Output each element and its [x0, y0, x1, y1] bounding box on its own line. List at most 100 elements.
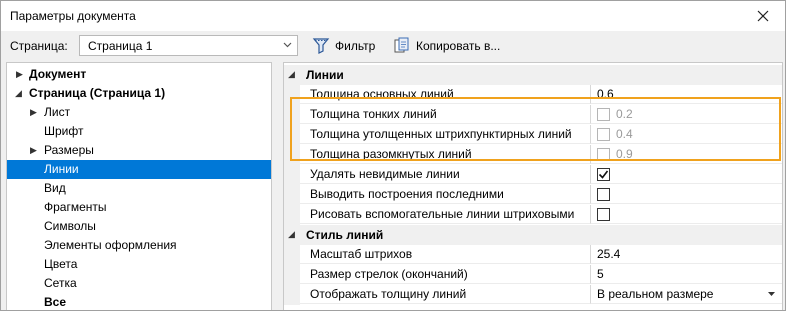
close-button[interactable] [741, 1, 785, 31]
page-label: Страница: [10, 39, 68, 53]
copy-to-button[interactable]: Копировать в... [393, 36, 500, 56]
category-label: Стиль линий [306, 228, 384, 242]
category-lines[interactable]: ◢ Линии [284, 65, 782, 85]
property-value-cell: 0.2 [591, 105, 782, 124]
checkbox[interactable] [597, 148, 610, 161]
tree-item-label: Цвета [44, 257, 78, 271]
property-row[interactable]: Отображать толщину линий В реальном разм… [284, 285, 782, 305]
collapse-arrow-icon[interactable]: ◢ [288, 69, 295, 80]
property-name: Толщина утолщенных штрихпунктирных линий [300, 125, 591, 144]
checkbox[interactable] [597, 108, 610, 121]
checkbox-checked[interactable] [597, 168, 610, 181]
property-value-cell [591, 165, 782, 184]
tree-item-decoration[interactable]: Элементы оформления [7, 236, 271, 255]
property-name: Масштаб штрихов [300, 245, 591, 264]
property-row[interactable]: Масштаб штрихов 25.4 [284, 245, 782, 265]
tree-item-label: Фрагменты [44, 200, 107, 214]
dropdown-value: В реальном размере [597, 287, 714, 301]
expand-arrow-icon[interactable]: ▶ [30, 103, 37, 122]
property-row[interactable]: Толщина утолщенных штрихпунктирных линий… [284, 125, 782, 145]
window-title: Параметры документа [10, 9, 136, 23]
property-value-input[interactable]: 0.6 [591, 85, 782, 104]
tree-item-label: Документ [29, 67, 87, 81]
row-gutter [284, 245, 300, 265]
property-name: Рисовать вспомогательные линии штриховым… [300, 205, 591, 224]
category-tree[interactable]: ▶ Документ ◢ Страница (Страница 1) ▶ Лис… [6, 62, 272, 310]
property-name: Толщина разомкнутых линий [300, 145, 591, 164]
property-value: 0.9 [616, 147, 633, 161]
toolbar: Страница: Страница 1 Фильтр Копировать в… [1, 31, 785, 61]
tree-item-label: Сетка [44, 276, 77, 290]
property-name: Удалять невидимые линии [300, 165, 591, 184]
filter-button[interactable]: Фильтр [312, 36, 375, 56]
title-bar: Параметры документа [1, 1, 785, 31]
property-row[interactable]: Толщина основных линий 0.6 [284, 85, 782, 105]
checkbox[interactable] [597, 188, 610, 201]
property-row[interactable]: Выводить построения последними [284, 185, 782, 205]
tree-item-label: Символы [44, 219, 96, 233]
property-value: 0.2 [616, 107, 633, 121]
property-name: Выводить построения последними [300, 185, 591, 204]
copy-to-label: Копировать в... [416, 39, 501, 53]
tree-item-label: Вид [44, 181, 66, 195]
category-line-style[interactable]: ◢ Стиль линий [284, 225, 782, 245]
row-gutter [284, 85, 300, 105]
expand-arrow-icon[interactable]: ▶ [16, 65, 23, 84]
tree-item-dimensions[interactable]: ▶ Размеры [7, 141, 271, 160]
property-name: Отображать толщину линий [300, 285, 591, 304]
row-gutter [284, 265, 300, 285]
tree-item-label: Все [44, 295, 67, 309]
page-select[interactable]: Страница 1 [79, 35, 298, 56]
tree-item-view[interactable]: Вид [7, 179, 271, 198]
checkmark-icon [598, 170, 609, 179]
property-row[interactable]: Рисовать вспомогательные линии штриховым… [284, 205, 782, 225]
tree-item-grid[interactable]: Сетка [7, 274, 271, 293]
property-value-input[interactable]: 5 [591, 265, 782, 284]
dropdown-arrow-icon [768, 292, 775, 296]
collapse-arrow-icon[interactable]: ◢ [288, 229, 295, 240]
property-value-dropdown[interactable]: В реальном размере [591, 285, 782, 304]
expand-arrow-icon[interactable]: ▶ [30, 141, 37, 160]
tree-item-symbols[interactable]: Символы [7, 217, 271, 236]
tree-item-label: Размеры [44, 143, 94, 157]
property-value-input[interactable]: 25.4 [591, 245, 782, 264]
tree-item-label: Линии [44, 162, 79, 176]
property-row[interactable]: Толщина разомкнутых линий 0.9 [284, 145, 782, 165]
tree-item-label: Шрифт [44, 124, 84, 138]
property-grid: ◢ Линии Толщина основных линий 0.6 Толщи… [283, 62, 783, 310]
tree-item-lines[interactable]: Линии [7, 160, 271, 179]
row-gutter [284, 105, 300, 125]
category-label: Линии [306, 68, 344, 82]
close-icon [757, 10, 769, 22]
tree-item-page[interactable]: ◢ Страница (Страница 1) [7, 84, 271, 103]
property-name: Толщина тонких линий [300, 105, 591, 124]
tree-item-label: Элементы оформления [44, 238, 177, 252]
row-gutter [284, 145, 300, 165]
row-gutter [284, 165, 300, 185]
tree-item-fragments[interactable]: Фрагменты [7, 198, 271, 217]
property-row[interactable]: Удалять невидимые линии [284, 165, 782, 185]
document-settings-dialog: Параметры документа Страница: Страница 1… [0, 0, 786, 311]
checkbox[interactable] [597, 128, 610, 141]
tree-item-document[interactable]: ▶ Документ [7, 65, 271, 84]
property-value-cell: 0.4 [591, 125, 782, 144]
tree-item-font[interactable]: Шрифт [7, 122, 271, 141]
row-gutter [284, 285, 300, 305]
tree-item-label: Страница (Страница 1) [29, 86, 166, 100]
property-name: Размер стрелок (окончаний) [300, 265, 591, 284]
chevron-down-icon [283, 42, 292, 48]
property-row[interactable]: Толщина тонких линий 0.2 [284, 105, 782, 125]
copy-document-icon [394, 37, 409, 53]
tree-item-all[interactable]: Все [7, 293, 271, 310]
property-value-cell: 0.9 [591, 145, 782, 164]
tree-item-colors[interactable]: Цвета [7, 255, 271, 274]
checkbox[interactable] [597, 208, 610, 221]
property-value-cell [591, 185, 782, 204]
property-name: Толщина основных линий [300, 85, 591, 104]
property-value: 0.4 [616, 127, 633, 141]
property-row[interactable]: Размер стрелок (окончаний) 5 [284, 265, 782, 285]
collapse-arrow-icon[interactable]: ◢ [15, 84, 22, 103]
row-gutter [284, 125, 300, 145]
tree-item-sheet[interactable]: ▶ Лист [7, 103, 271, 122]
filter-icon [312, 38, 330, 54]
